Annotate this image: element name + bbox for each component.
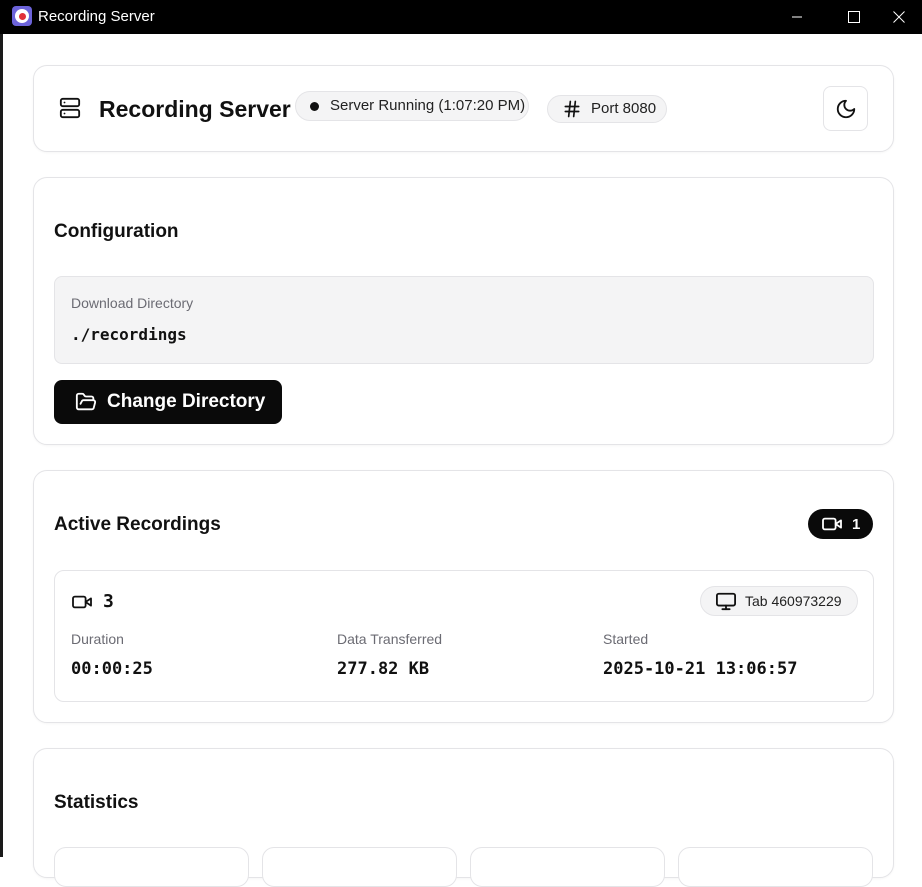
statistic-tile: [54, 847, 249, 887]
server-status-badge: Server Running (1:07:20 PM): [295, 91, 529, 121]
close-icon: [893, 11, 905, 23]
started-value: 2025-10-21 13:06:57: [603, 659, 798, 679]
duration-stat: Duration 00:00:25: [71, 631, 153, 679]
port-badge: Port 8080: [547, 95, 667, 123]
active-recordings-card: Active Recordings 1 3 Tab 460973229 Dura…: [33, 470, 894, 723]
maximize-icon: [848, 11, 860, 23]
window-title: Recording Server: [38, 8, 155, 25]
data-transferred-value: 277.82 KB: [337, 659, 430, 679]
data-transferred-label: Data Transferred: [337, 631, 443, 647]
download-directory-label: Download Directory: [71, 295, 194, 311]
recording-item: 3 Tab 460973229 Duration 00:00:25 Data T…: [54, 570, 874, 702]
active-recordings-title: Active Recordings: [54, 514, 221, 535]
page-title: Recording Server: [99, 96, 291, 122]
recordings-count-badge: 1: [808, 509, 873, 539]
folder-open-icon: [75, 391, 97, 413]
configuration-card: Configuration Download Directory ./recor…: [33, 177, 894, 445]
close-button[interactable]: [876, 0, 922, 34]
video-camera-icon: [821, 515, 843, 533]
header-card: Recording Server Server Running (1:07:20…: [33, 65, 894, 152]
started-label: Started: [603, 631, 649, 647]
change-directory-button[interactable]: Change Directory: [54, 380, 282, 424]
statistic-tile: [470, 847, 665, 887]
statistics-card: Statistics: [33, 748, 894, 887]
tab-badge: Tab 460973229: [700, 586, 858, 616]
statistics-title: Statistics: [54, 792, 139, 813]
configuration-title: Configuration: [54, 221, 179, 242]
started-stat: Started 2025-10-21 13:06:57: [603, 631, 797, 679]
download-directory-value: ./recordings: [71, 325, 187, 344]
monitor-icon: [715, 591, 737, 611]
status-dot-icon: [310, 101, 319, 111]
maximize-button[interactable]: [831, 0, 877, 34]
server-icon: [59, 97, 81, 124]
recording-id: 3: [103, 591, 114, 612]
app-logo-icon: [12, 6, 32, 26]
window-titlebar[interactable]: Recording Server: [0, 0, 922, 34]
theme-toggle-button[interactable]: [823, 86, 868, 131]
port-text: Port 8080: [591, 100, 657, 117]
moon-icon: [836, 99, 855, 118]
tab-label: Tab 460973229: [745, 593, 842, 609]
recordings-count: 1: [852, 515, 861, 533]
statistic-tile: [678, 847, 873, 887]
video-camera-icon: [71, 593, 93, 611]
duration-label: Duration: [71, 631, 124, 647]
minimize-icon: [792, 16, 802, 18]
download-directory-box: Download Directory ./recordings: [54, 276, 874, 364]
window-edge: [0, 34, 3, 857]
minimize-button[interactable]: [774, 0, 820, 34]
server-status-text: Server Running (1:07:20 PM): [330, 97, 526, 114]
duration-value: 00:00:25: [71, 659, 153, 679]
change-directory-label: Change Directory: [107, 391, 266, 412]
hash-icon: [562, 99, 582, 119]
statistic-tile: [262, 847, 457, 887]
data-transferred-stat: Data Transferred 277.82 KB: [337, 631, 442, 679]
